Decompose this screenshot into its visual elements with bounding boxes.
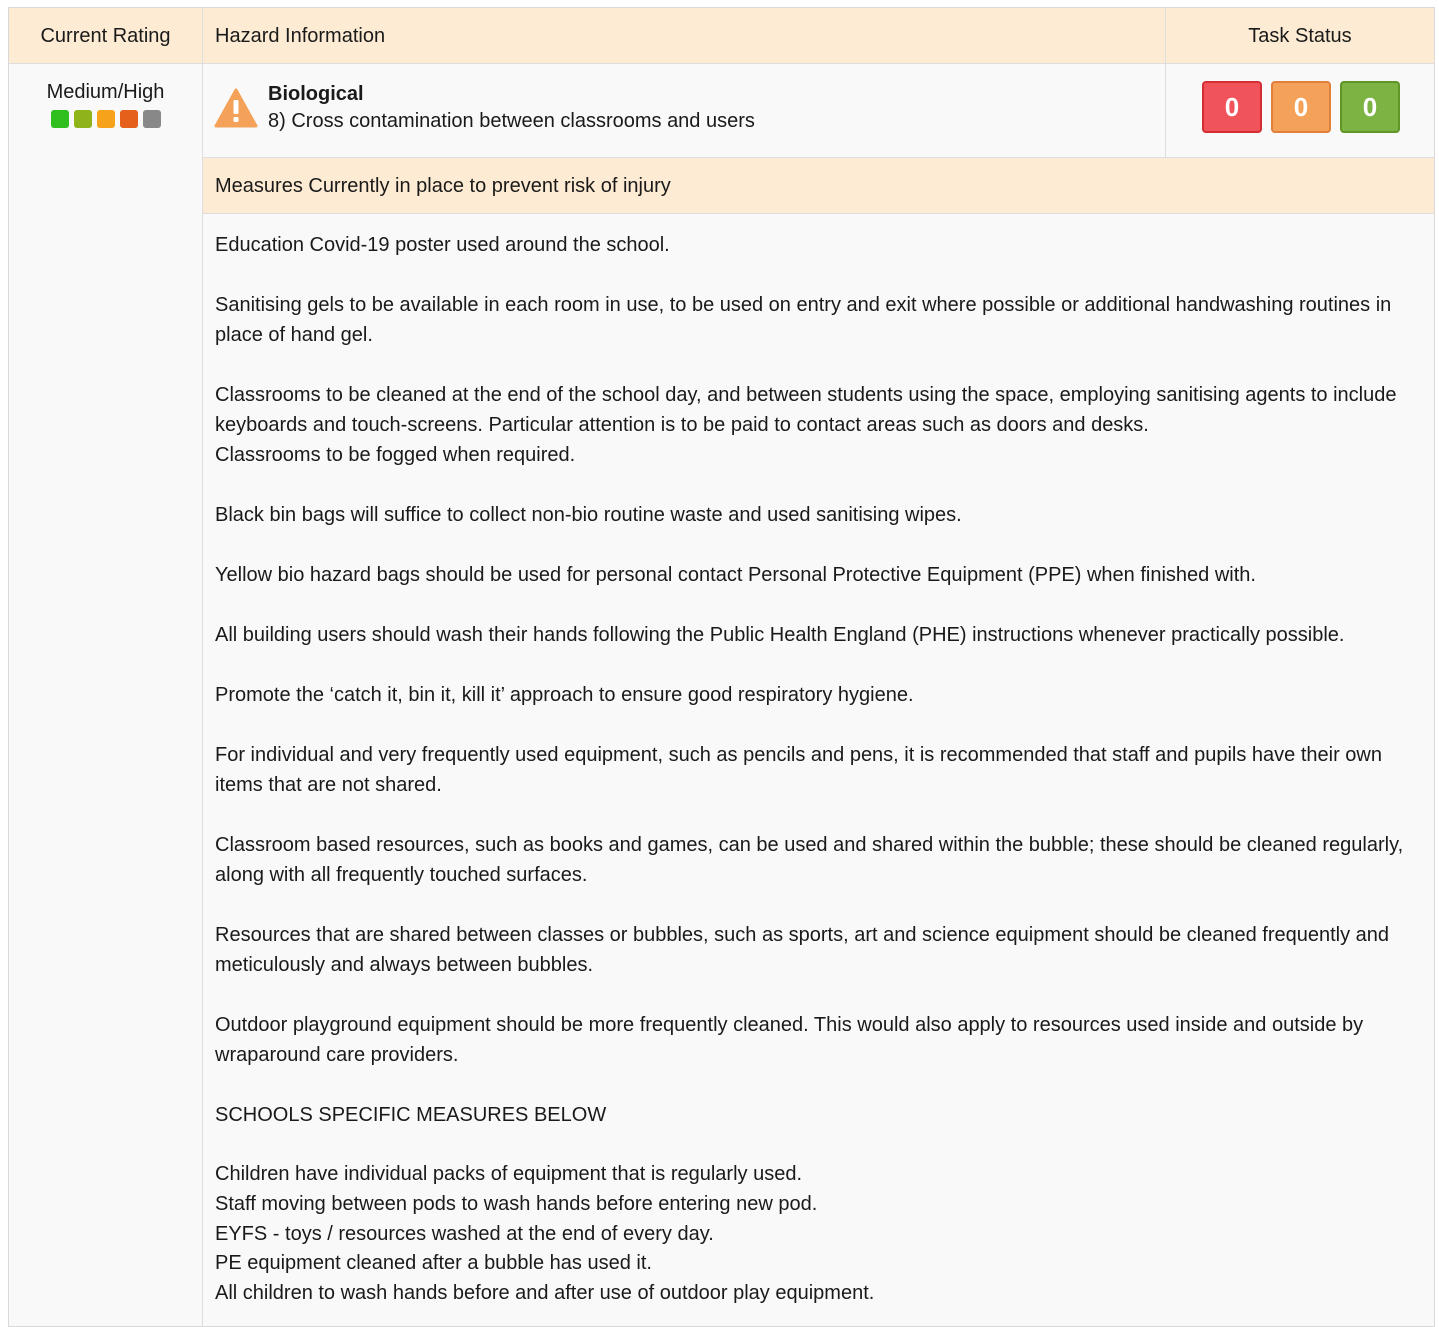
rating-label: Medium/High bbox=[46, 81, 165, 103]
hazard-title: Biological bbox=[268, 83, 364, 105]
hazard-information-cell: Biological 8) Cross contamination betwee… bbox=[203, 64, 1166, 157]
measures-heading: Measures Currently in place to prevent r… bbox=[203, 158, 1434, 214]
task-status-cell: 0 0 0 bbox=[1166, 64, 1434, 157]
header-task-status: Task Status bbox=[1248, 25, 1352, 47]
rating-dot bbox=[142, 110, 161, 128]
list-item: EYFS - toys / resources washed at the en… bbox=[215, 1222, 714, 1245]
measure-paragraph: Outdoor playground equipment should be m… bbox=[215, 1014, 1364, 1066]
hazard-description: 8) Cross contamination between classroom… bbox=[268, 110, 755, 132]
measure-paragraph: Yellow bio hazard bags should be used fo… bbox=[215, 564, 1256, 586]
measure-paragraph: For individual and very frequently used … bbox=[215, 744, 1382, 796]
measure-paragraph: Sanitising gels to be available in each … bbox=[215, 294, 1392, 346]
header-current-rating: Current Rating bbox=[9, 8, 203, 64]
measure-paragraph: Promote the ‘catch it, bin it, kill it’ … bbox=[215, 684, 914, 706]
rating-dot bbox=[119, 110, 138, 128]
table-header: Current Rating Hazard Information Task S… bbox=[9, 8, 1434, 64]
rating-scale bbox=[9, 110, 202, 128]
measure-paragraph: Resources that are shared between classe… bbox=[215, 924, 1390, 976]
measures-body: Education Covid-19 poster used around th… bbox=[203, 214, 1434, 1326]
measure-paragraph: Classrooms to be fogged when required. bbox=[215, 444, 576, 466]
list-item: All children to wash hands before and af… bbox=[215, 1282, 875, 1305]
measure-paragraph: Classroom based resources, such as books… bbox=[215, 834, 1404, 886]
measure-paragraph: Classrooms to be cleaned at the end of t… bbox=[215, 384, 1397, 436]
list-item: PE equipment cleaned after a bubble has … bbox=[215, 1252, 652, 1275]
hazard-row: Biological 8) Cross contamination betwee… bbox=[203, 64, 1434, 158]
measure-paragraph: Black bin bags will suffice to collect n… bbox=[215, 504, 962, 526]
rating-dot bbox=[73, 110, 92, 128]
pending-tasks-button[interactable]: 0 bbox=[1271, 81, 1331, 133]
current-rating-cell: Medium/High bbox=[9, 64, 203, 1326]
measure-paragraph: All building users should wash their han… bbox=[215, 624, 1345, 646]
list-item: Children have individual packs of equipm… bbox=[215, 1163, 803, 1185]
rating-dot bbox=[96, 110, 115, 128]
header-hazard-information: Hazard Information bbox=[203, 8, 1166, 64]
school-measures-list: Children have individual packs of equipm… bbox=[215, 1160, 1422, 1309]
overdue-tasks-button[interactable]: 0 bbox=[1202, 81, 1262, 133]
completed-tasks-button[interactable]: 0 bbox=[1340, 81, 1400, 133]
risk-assessment-table: Current Rating Hazard Information Task S… bbox=[8, 7, 1435, 1327]
measure-paragraph: Education Covid-19 poster used around th… bbox=[215, 234, 670, 256]
warning-triangle-icon bbox=[214, 88, 258, 128]
measure-paragraph: SCHOOLS SPECIFIC MEASURES BELOW bbox=[215, 1104, 607, 1126]
rating-dot bbox=[50, 110, 69, 128]
list-item: Staff moving between pods to wash hands … bbox=[215, 1192, 818, 1215]
